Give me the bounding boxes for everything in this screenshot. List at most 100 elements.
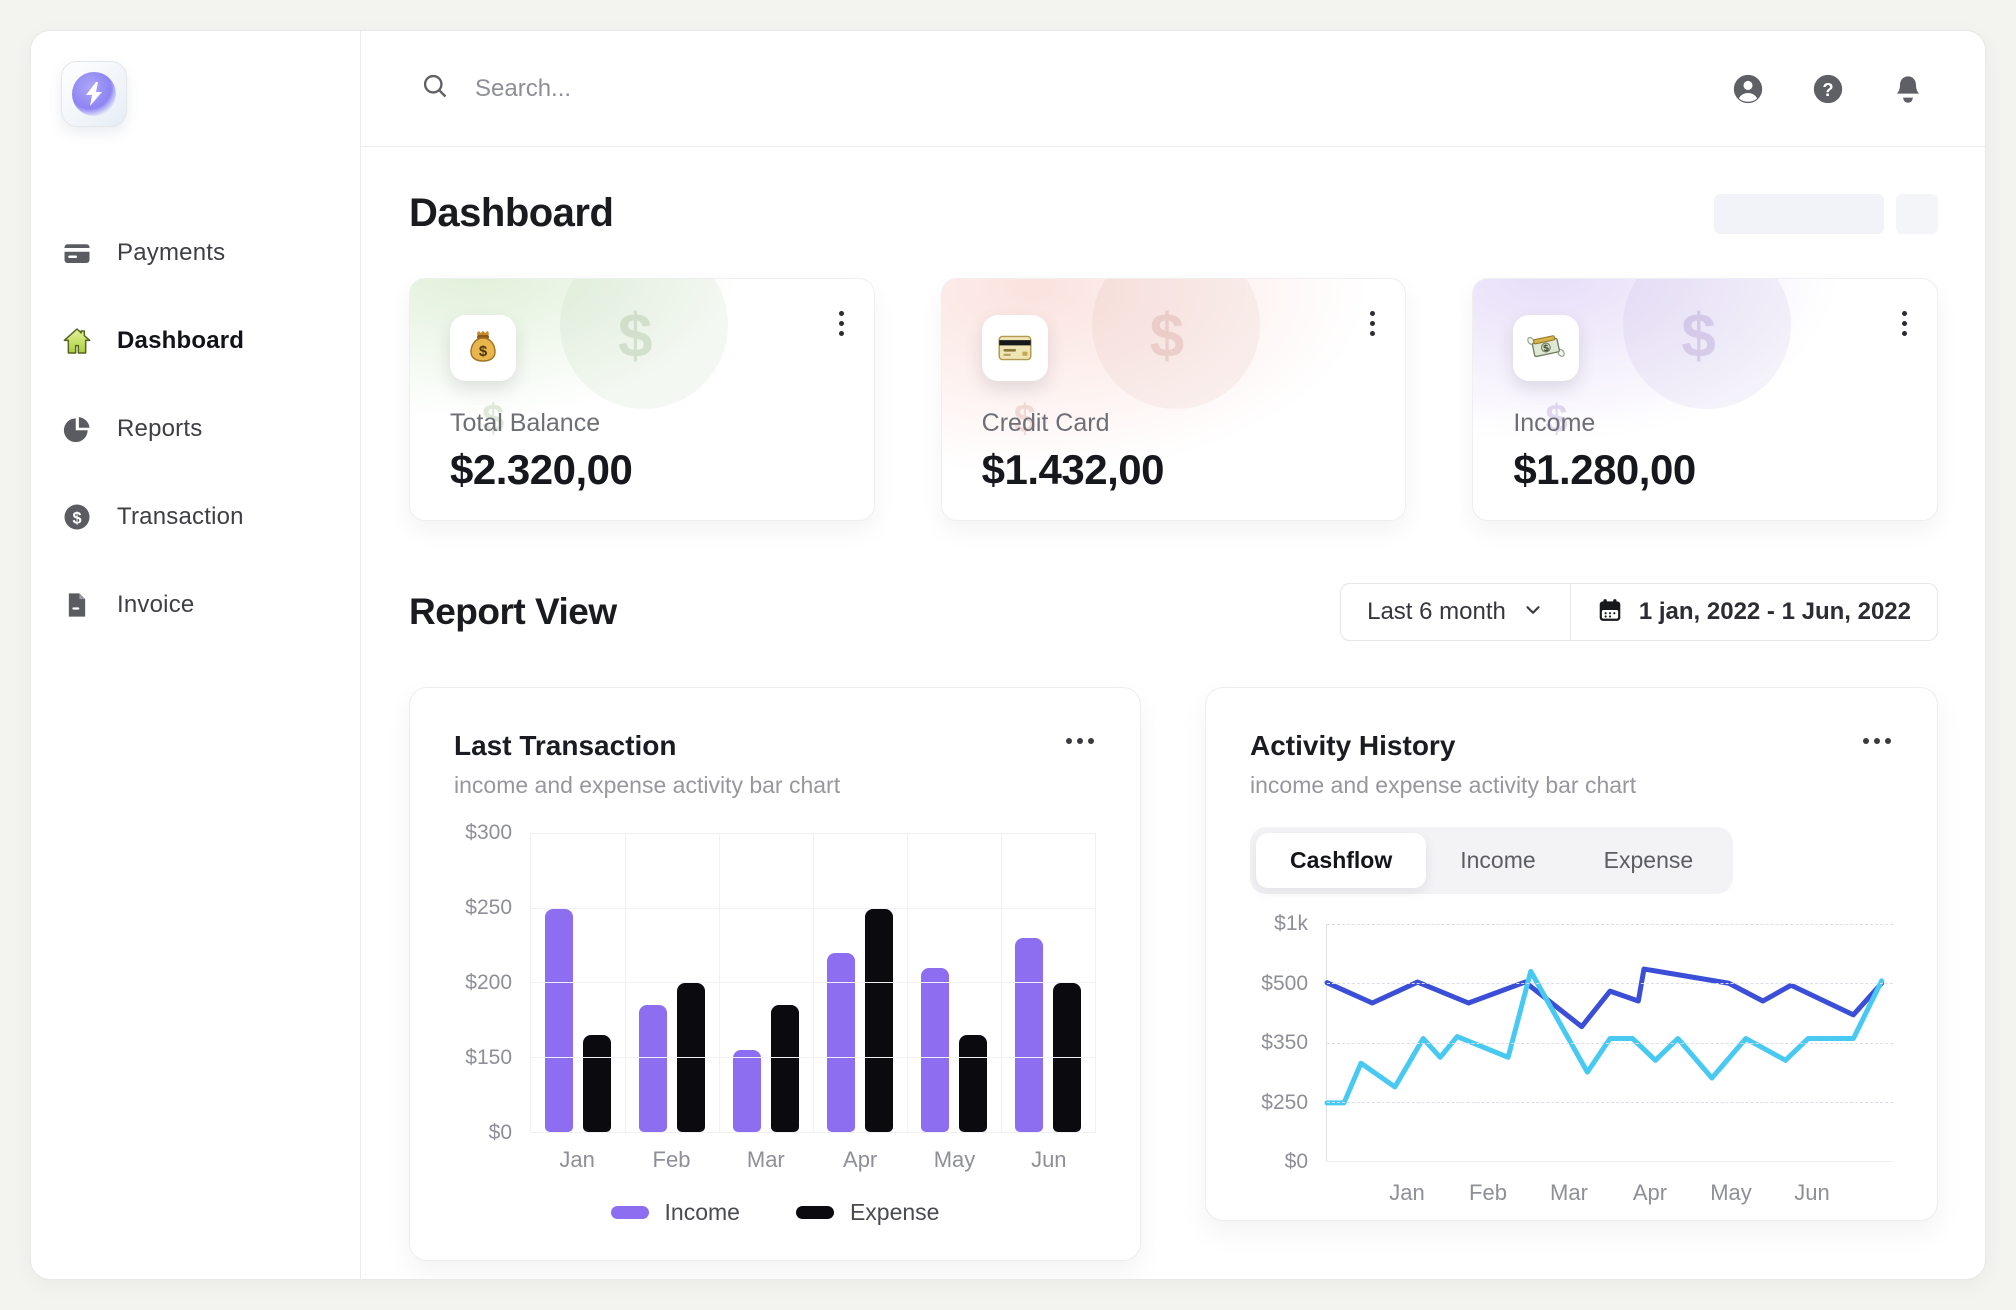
header-placeholders (1714, 194, 1938, 234)
x-axis-tick-label: May (907, 1147, 1001, 1173)
sidebar-item-invoice[interactable]: Invoice (61, 589, 360, 621)
app-logo[interactable] (61, 61, 127, 127)
income-bar (1015, 938, 1043, 1132)
user-avatar-icon[interactable] (1728, 69, 1768, 109)
income-bar (827, 953, 855, 1132)
panel-menu-button[interactable] (1060, 732, 1100, 750)
sidebar-item-transaction[interactable]: $ Transaction (61, 501, 360, 533)
x-axis-tick-label: Feb (624, 1147, 718, 1173)
income-bar (733, 1050, 761, 1132)
tab-cashflow[interactable]: Cashflow (1256, 833, 1426, 888)
y-axis-tick-label: $1k (1274, 912, 1308, 936)
panel-title: Last Transaction (454, 730, 1096, 762)
notification-bell-icon[interactable] (1888, 69, 1928, 109)
search-input[interactable] (475, 75, 1075, 103)
app-window: Payments Dashboard Reports $ (30, 30, 1986, 1280)
x-axis-tick-label: Jan (1389, 1180, 1424, 1206)
period-dropdown[interactable]: Last 6 month (1341, 584, 1570, 640)
x-axis-tick-label: Jan (530, 1147, 624, 1173)
x-axis-tick-label: Mar (719, 1147, 813, 1173)
card-value: $2.320,00 (450, 446, 834, 494)
page-title: Dashboard (409, 191, 613, 236)
expense-bar (865, 909, 893, 1133)
x-axis-tick-label: Apr (813, 1147, 907, 1173)
panel-subtitle: income and expense activity bar chart (1250, 772, 1893, 799)
svg-text:$: $ (72, 509, 81, 527)
card-menu-button[interactable] (1898, 307, 1911, 340)
legend-item-income: Income (611, 1199, 740, 1226)
x-axis-tick-label: Apr (1633, 1180, 1667, 1206)
activity-history-panel: Activity History income and expense acti… (1205, 687, 1938, 1221)
expense-bar (771, 1005, 799, 1132)
expense-bar (959, 1035, 987, 1132)
credit-card-emoji-icon (982, 315, 1048, 381)
panel-menu-button[interactable] (1857, 732, 1897, 750)
dollar-circle-icon: $ (61, 501, 93, 533)
bar-group-jun (1001, 834, 1095, 1132)
date-range-picker[interactable]: 1 jan, 2022 - 1 Jun, 2022 (1570, 584, 1937, 640)
card-label: Credit Card (982, 409, 1366, 438)
svg-text:$: $ (479, 343, 488, 360)
lightning-icon (72, 72, 116, 116)
x-axis-tick-label: Jun (1794, 1180, 1829, 1206)
y-axis-tick-label: $0 (1285, 1150, 1308, 1174)
money-with-wings-icon: $ (1513, 315, 1579, 381)
document-icon (61, 589, 93, 621)
credit-card-icon (61, 237, 93, 269)
help-icon[interactable]: ? (1808, 69, 1848, 109)
period-dropdown-label: Last 6 month (1367, 598, 1506, 626)
card-value: $1.280,00 (1513, 446, 1897, 494)
y-axis-tick-label: $500 (1261, 972, 1308, 996)
bar-group-feb (625, 834, 719, 1132)
card-total-balance: $ $ $ Total Balance $2.320,00 (409, 278, 875, 521)
topbar-icons: ? (1728, 69, 1928, 109)
sidebar-item-dashboard[interactable]: Dashboard (61, 325, 360, 357)
tab-income[interactable]: Income (1426, 833, 1569, 888)
calendar-icon (1597, 597, 1623, 628)
search-bar (421, 72, 1728, 105)
card-menu-button[interactable] (835, 307, 848, 340)
line-chart-x-axis: JanFebMarAprMayJun (1326, 1180, 1893, 1224)
blue-line (1327, 969, 1882, 1027)
legend-label: Income (665, 1199, 740, 1226)
date-range-label: 1 jan, 2022 - 1 Jun, 2022 (1639, 598, 1911, 626)
svg-text:?: ? (1822, 79, 1833, 100)
ghost-circle (560, 278, 728, 409)
panel-title: Activity History (1250, 730, 1893, 762)
expense-bar (677, 983, 705, 1132)
sidebar-item-payments[interactable]: Payments (61, 237, 360, 269)
y-axis-tick-label: $350 (1261, 1031, 1308, 1055)
income-bar (639, 1005, 667, 1132)
ghost-circle (1092, 278, 1260, 409)
topbar: ? (361, 31, 1986, 147)
skeleton-placeholder-square (1896, 194, 1938, 234)
card-label: Total Balance (450, 409, 834, 438)
sidebar-nav: Payments Dashboard Reports $ (61, 237, 360, 621)
panel-subtitle: income and expense activity bar chart (454, 772, 1096, 799)
expense-bar (583, 1035, 611, 1132)
y-axis-tick-label: $250 (1261, 1091, 1308, 1115)
main-area: ? Dashboard $ (361, 31, 1986, 1279)
bar-chart-x-axis: JanFebMarAprMayJun (530, 1147, 1096, 1173)
bar-group-mar (719, 834, 813, 1132)
last-transaction-panel: Last Transaction income and expense acti… (409, 687, 1141, 1261)
y-axis-tick-label: $250 (465, 896, 512, 920)
money-bag-icon: $ (450, 315, 516, 381)
card-menu-button[interactable] (1366, 307, 1379, 340)
sidebar-item-label: Dashboard (117, 327, 244, 355)
bar-group-apr (813, 834, 907, 1132)
x-axis-tick-label: Feb (1469, 1180, 1507, 1206)
summary-cards: $ $ $ Total Balance $2.320,00 $ $ (409, 278, 1938, 521)
card-credit-card: $ $ Credit Card $1.432,00 (941, 278, 1407, 521)
bar-chart-y-axis: $0$150$200$250$300 (454, 833, 530, 1133)
y-axis-tick-label: $150 (465, 1046, 512, 1070)
legend-label: Expense (850, 1199, 940, 1226)
x-axis-tick-label: Mar (1550, 1180, 1588, 1206)
income-bar (545, 909, 573, 1133)
legend-swatch (796, 1206, 834, 1219)
bar-chart-plot (530, 833, 1096, 1133)
sidebar-item-reports[interactable]: Reports (61, 413, 360, 445)
tab-expense[interactable]: Expense (1570, 833, 1728, 888)
bar-group-jan (531, 834, 625, 1132)
legend-swatch (611, 1206, 649, 1219)
